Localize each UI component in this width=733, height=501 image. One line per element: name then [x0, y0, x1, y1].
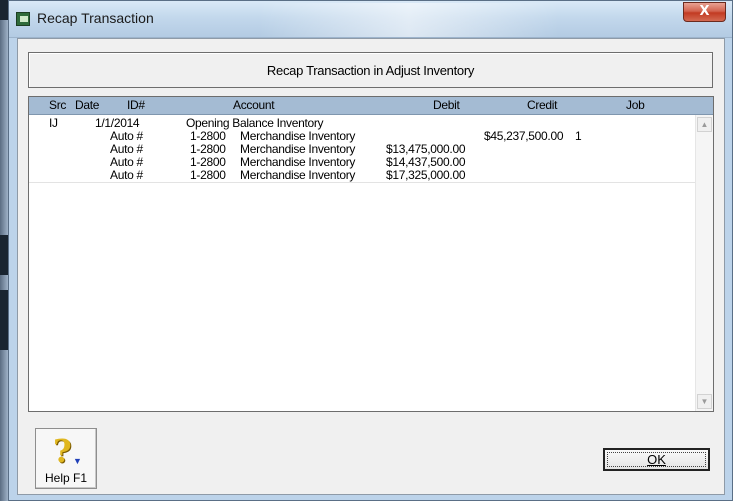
title-bar[interactable]: Recap Transaction X: [9, 1, 732, 38]
cell-account-number: 1-2800: [190, 155, 226, 169]
col-debit: Debit: [433, 98, 460, 112]
table-row[interactable]: Auto # 1-2800 Merchandise Inventory $17,…: [29, 168, 695, 182]
cell-account-number: 1-2800: [190, 142, 226, 156]
scroll-up-icon[interactable]: ▲: [697, 117, 712, 132]
col-job: Job: [626, 98, 645, 112]
cell-date: 1/1/2014: [95, 116, 140, 130]
cell-account-name: Merchandise Inventory: [240, 155, 356, 169]
window-title: Recap Transaction: [37, 10, 154, 26]
desktop-strip: [0, 0, 8, 501]
help-label: Help F1: [44, 471, 88, 485]
cell-id: Auto #: [110, 142, 143, 156]
app-icon: [16, 12, 30, 26]
cell-account-name: Merchandise Inventory: [240, 142, 356, 156]
close-button[interactable]: X: [683, 2, 726, 22]
col-date: Date: [75, 98, 100, 112]
cell-id: Auto #: [110, 129, 143, 143]
cell-account-name: Merchandise Inventory: [240, 129, 356, 143]
table-row[interactable]: Auto # 1-2800 Merchandise Inventory $45,…: [29, 129, 695, 143]
cell-account-name: Merchandise Inventory: [240, 168, 356, 182]
transaction-grid[interactable]: Src Date ID# Account Debit Credit Job IJ…: [28, 96, 714, 412]
grid-header: Src Date ID# Account Debit Credit Job: [29, 97, 713, 115]
col-account: Account: [233, 98, 275, 112]
row-divider: [29, 182, 695, 183]
dropdown-arrow-icon: ▼: [73, 456, 82, 466]
ok-button[interactable]: OK: [603, 448, 710, 471]
question-mark-icon: ?: [53, 432, 72, 470]
cell-account-number: 1-2800: [190, 168, 226, 182]
cell-debit: $13,475,000.00: [386, 142, 466, 156]
cell-debit: $17,325,000.00: [386, 168, 466, 182]
help-button[interactable]: ? ▼ Help F1: [35, 428, 97, 489]
cell-id: Auto #: [110, 155, 143, 169]
ok-label: OK: [647, 452, 666, 467]
table-row[interactable]: Auto # 1-2800 Merchandise Inventory $13,…: [29, 142, 695, 156]
dialog-body: Recap Transaction in Adjust Inventory Sr…: [17, 38, 725, 495]
cell-job: 1: [575, 129, 582, 143]
recap-transaction-window: Recap Transaction X Recap Transaction in…: [8, 0, 733, 501]
cell-debit: $14,437,500.00: [386, 155, 466, 169]
table-row[interactable]: Auto # 1-2800 Merchandise Inventory $14,…: [29, 155, 695, 169]
col-id: ID#: [127, 98, 145, 112]
col-src: Src: [49, 98, 67, 112]
scroll-down-icon[interactable]: ▼: [697, 394, 712, 409]
vertical-scrollbar[interactable]: ▲ ▼: [695, 115, 713, 411]
cell-credit: $45,237,500.00: [484, 129, 564, 143]
cell-account-number: Opening Balance Inventory: [186, 116, 324, 130]
heading-panel: Recap Transaction in Adjust Inventory: [28, 52, 713, 88]
col-credit: Credit: [527, 98, 558, 112]
cell-id: Auto #: [110, 168, 143, 182]
table-row[interactable]: IJ 1/1/2014 Opening Balance Inventory: [29, 116, 695, 130]
cell-account-number: 1-2800: [190, 129, 226, 143]
heading-text: Recap Transaction in Adjust Inventory: [266, 63, 475, 78]
cell-src: IJ: [49, 116, 58, 130]
